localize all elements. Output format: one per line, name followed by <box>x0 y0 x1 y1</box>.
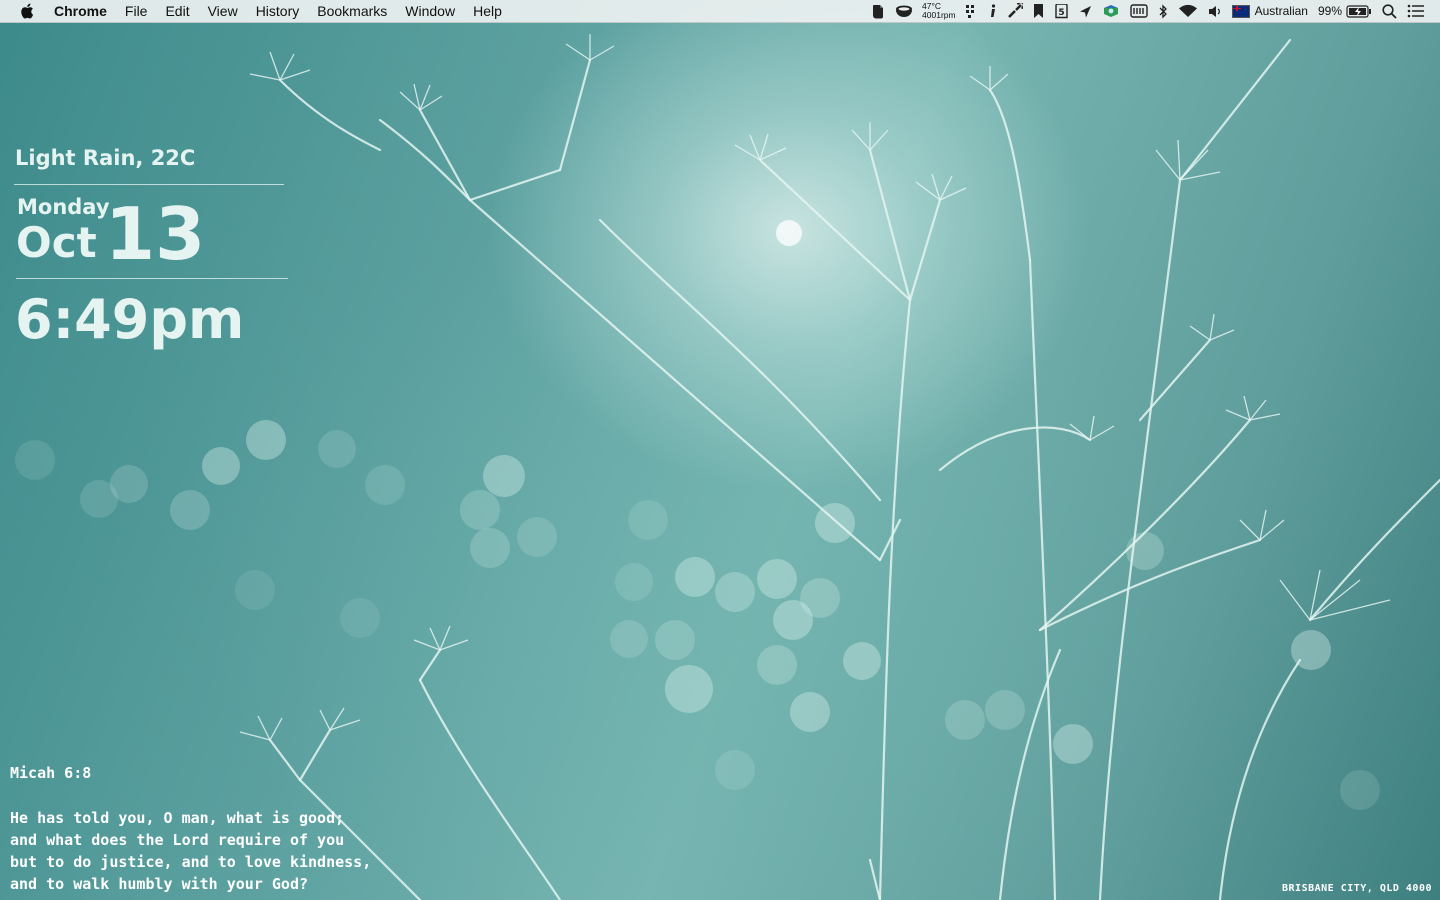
battery-icon <box>1346 4 1371 18</box>
info-icon[interactable] <box>989 0 997 22</box>
dropbox-icon[interactable] <box>965 0 979 22</box>
html5-icon[interactable]: 5 <box>1054 0 1069 22</box>
flag-icon <box>1231 4 1250 18</box>
battery-percent: 99% <box>1317 4 1342 18</box>
clock-time: 6:49pm <box>15 288 245 351</box>
month-label: Oct <box>16 218 97 267</box>
menu-bookmarks[interactable]: Bookmarks <box>308 0 396 22</box>
wallpaper-plants <box>239 34 1440 900</box>
menu-app-name[interactable]: Chrome <box>54 0 116 22</box>
growl-icon[interactable] <box>1102 0 1120 22</box>
input-source-label: Australian <box>1254 4 1308 18</box>
weather-widget: Light Rain, 22C <box>15 146 196 170</box>
widget-divider-bottom <box>16 278 288 279</box>
input-source[interactable]: Australian <box>1231 0 1308 22</box>
verse-reference: Micah 6:8 <box>10 764 92 782</box>
menu-help[interactable]: Help <box>464 0 511 22</box>
keyboard-icon[interactable] <box>1129 0 1148 22</box>
menu-edit[interactable]: Edit <box>156 0 198 22</box>
spotlight-search-icon[interactable] <box>1382 0 1397 22</box>
menu-file[interactable]: File <box>116 0 157 22</box>
day-number: 13 <box>105 192 206 276</box>
svg-text:5: 5 <box>1058 8 1064 18</box>
evernote-icon[interactable] <box>871 0 885 22</box>
verse-text: He has told you, O man, what is good; an… <box>10 809 372 893</box>
volume-icon[interactable] <box>1208 0 1222 22</box>
menu-bar: Chrome File Edit View History Bookmarks … <box>0 0 1440 23</box>
notification-center-icon[interactable] <box>1407 0 1425 22</box>
apple-logo-icon[interactable] <box>19 3 35 19</box>
temperature-readout[interactable]: 47°C 4001rpm <box>922 2 956 20</box>
wifi-icon[interactable] <box>1178 0 1198 22</box>
status-area: 47°C 4001rpm 5 Australian 99% <box>866 0 1430 22</box>
battery-status[interactable]: 99% <box>1318 0 1372 22</box>
bookmark-icon[interactable] <box>1033 0 1044 22</box>
bluetooth-icon[interactable] <box>1158 0 1168 22</box>
menu-view[interactable]: View <box>199 0 247 22</box>
location-label: BRISBANE CITY, QLD 4000 <box>1282 883 1432 894</box>
desktop[interactable]: Chrome File Edit View History Bookmarks … <box>0 0 1440 900</box>
coffee-cup-icon[interactable] <box>895 0 913 22</box>
widget-divider-top <box>14 184 284 185</box>
day-name: Monday <box>17 195 110 219</box>
location-arrow-icon[interactable] <box>1079 0 1092 22</box>
menu-history[interactable]: History <box>247 0 309 22</box>
tools-icon[interactable] <box>1007 0 1023 22</box>
menu-window[interactable]: Window <box>396 0 464 22</box>
fan-speed: 4001rpm <box>922 10 956 20</box>
